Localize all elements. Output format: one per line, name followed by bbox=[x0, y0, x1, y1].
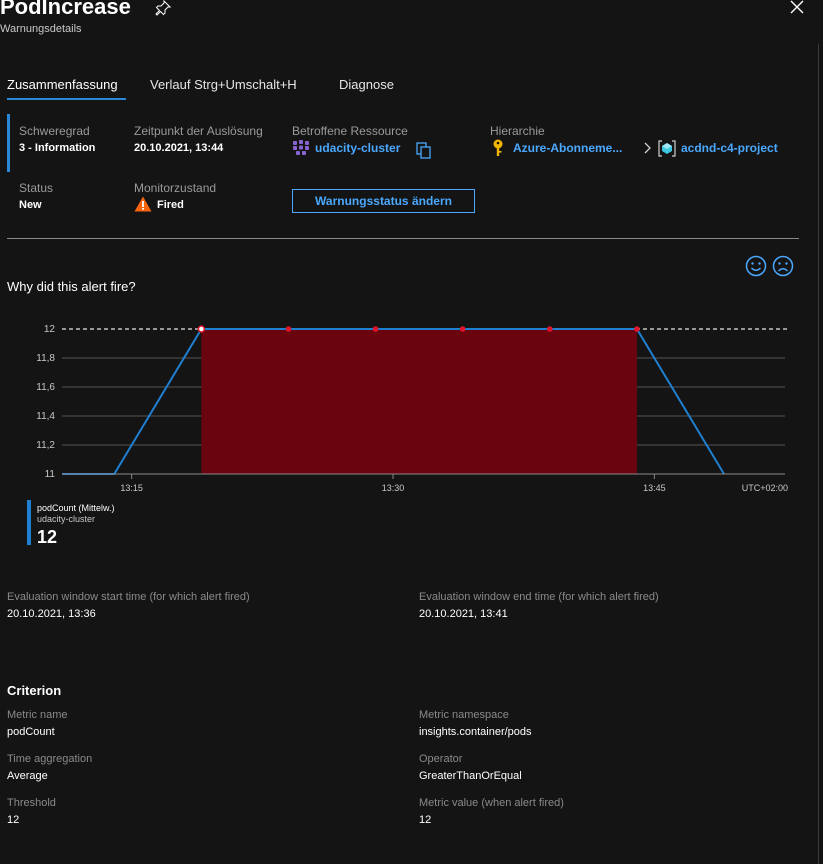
eval-start-value: 20.10.2021, 13:36 bbox=[7, 608, 96, 620]
metric-namespace-label: Metric namespace bbox=[419, 709, 509, 721]
change-alert-state-button[interactable]: Warnungsstatus ändern bbox=[292, 189, 475, 213]
chart-x-tick-label: 13:30 bbox=[382, 483, 405, 493]
chart-x-tick-label: 13:15 bbox=[120, 483, 143, 493]
hierarchy-label: Hierarchie bbox=[490, 124, 545, 138]
metric-namespace-value: insights.container/pods bbox=[419, 726, 532, 738]
status-value: New bbox=[19, 199, 42, 211]
page-title: PodIncrease bbox=[0, 0, 131, 19]
legend-color-bar bbox=[27, 500, 31, 545]
chart-point-marker bbox=[634, 326, 640, 332]
resource-link[interactable]: udacity-cluster bbox=[315, 141, 400, 155]
section-divider bbox=[7, 238, 799, 239]
time-aggregation-label: Time aggregation bbox=[7, 753, 93, 765]
legend-resource: udacity-cluster bbox=[37, 514, 96, 524]
pin-icon[interactable] bbox=[155, 0, 171, 16]
eval-start-label: Evaluation window start time (for which … bbox=[7, 591, 250, 603]
chart-x-tick-label: 13:45 bbox=[643, 483, 666, 493]
eval-end-label: Evaluation window end time (for which al… bbox=[419, 591, 659, 603]
cluster-icon bbox=[293, 140, 309, 155]
monitor-state-label: Monitorzustand bbox=[134, 181, 217, 195]
chart-point-marker bbox=[197, 325, 206, 333]
project-link[interactable]: acdnd-c4-project bbox=[681, 141, 778, 155]
chart-point-marker bbox=[459, 326, 466, 332]
chart-point-marker bbox=[285, 326, 292, 332]
chart-point-marker bbox=[547, 326, 553, 332]
tab-active-indicator bbox=[7, 98, 126, 100]
chart-y-tick-label: 11,4 bbox=[36, 411, 55, 422]
chart-y-tick-label: 11,8 bbox=[36, 353, 55, 364]
warning-icon bbox=[134, 196, 152, 212]
key-icon bbox=[493, 139, 503, 156]
chart-y-tick-label: 11,6 bbox=[36, 382, 55, 393]
metric-name-value: podCount bbox=[7, 726, 55, 738]
chart-y-tick-label: 11 bbox=[45, 469, 56, 480]
chart-y-tick-label: 11,2 bbox=[36, 440, 55, 451]
operator-label: Operator bbox=[419, 753, 463, 765]
threshold-value: 12 bbox=[7, 814, 20, 826]
metric-chart: 12 11,8 11,6 11,4 11,2 11 13:15 13:30 13:45 UTC+0… bbox=[36, 324, 790, 493]
chart-point-marker bbox=[372, 326, 379, 332]
subscription-link[interactable]: Azure-Abonneme... bbox=[513, 141, 622, 155]
tab-diagnose[interactable]: Diagnose bbox=[339, 77, 394, 92]
severity-value: 3 - Information bbox=[19, 142, 96, 154]
close-icon[interactable] bbox=[790, 0, 804, 14]
fired-time-value: 20.10.2021, 13:44 bbox=[134, 142, 224, 154]
page-subtitle: Warnungsdetails bbox=[0, 23, 82, 35]
eval-end-value: 20.10.2021, 13:41 bbox=[419, 608, 508, 620]
resource-label: Betroffene Ressource bbox=[292, 124, 408, 138]
status-label: Status bbox=[19, 181, 54, 195]
severity-accent bbox=[7, 114, 10, 172]
metric-name-label: Metric name bbox=[7, 709, 68, 721]
fired-time-label: Zeitpunkt der Auslösung bbox=[134, 124, 263, 138]
legend-series-name: podCount (Mittelw.) bbox=[37, 503, 115, 513]
chevron-right-icon bbox=[644, 142, 651, 154]
metric-value-value: 12 bbox=[419, 814, 432, 826]
resource-group-icon bbox=[658, 140, 676, 157]
chart-y-tick-label: 12 bbox=[44, 324, 56, 335]
tab-summary[interactable]: Zusammenfassung bbox=[7, 77, 118, 92]
frown-icon[interactable] bbox=[772, 255, 794, 277]
legend-value: 12 bbox=[37, 527, 58, 547]
smile-icon[interactable] bbox=[745, 255, 767, 277]
threshold-label: Threshold bbox=[7, 797, 56, 809]
operator-value: GreaterThanOrEqual bbox=[419, 770, 522, 782]
metric-value-label: Metric value (when alert fired) bbox=[419, 797, 564, 809]
severity-label: Schweregrad bbox=[19, 124, 90, 138]
copy-icon[interactable] bbox=[416, 142, 432, 159]
why-heading: Why did this alert fire? bbox=[7, 279, 136, 294]
chart-fired-area bbox=[201, 329, 637, 474]
monitor-state-value: Fired bbox=[157, 199, 184, 211]
criterion-heading: Criterion bbox=[7, 683, 62, 698]
time-aggregation-value: Average bbox=[7, 770, 48, 782]
tab-history[interactable]: Verlauf Strg+Umschalt+H bbox=[150, 77, 297, 92]
chart-timezone-label: UTC+02:00 bbox=[742, 483, 788, 493]
